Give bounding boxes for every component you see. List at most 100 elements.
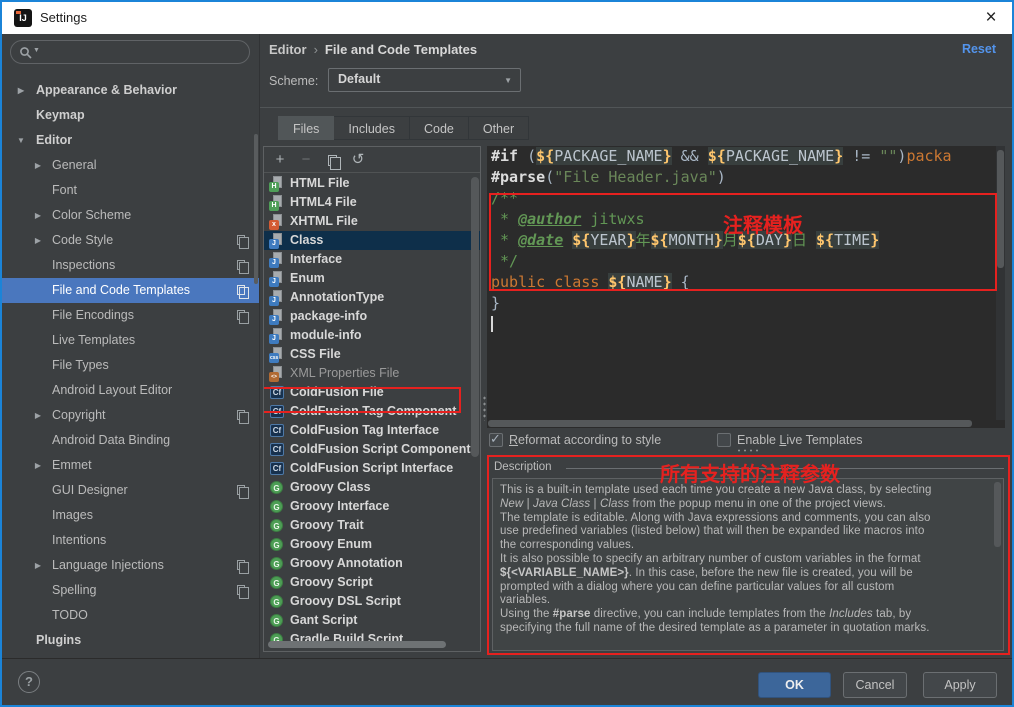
sidebar-item-keymap[interactable]: Keymap [2, 103, 259, 128]
sidebar-item-emmet[interactable]: ▶Emmet [2, 453, 259, 478]
cf-file-icon: Cf [269, 404, 285, 420]
template-item-html4-file[interactable]: HHTML4 File [264, 193, 480, 212]
groovy-glyph: G [270, 614, 283, 627]
sidebar-item-file-and-code-templates[interactable]: File and Code Templates [2, 278, 259, 303]
template-item-class[interactable]: JClass [264, 231, 480, 250]
template-list-vertical-scrollbar[interactable] [471, 177, 479, 457]
copy-template-button[interactable] [322, 150, 342, 170]
chevron-right-icon[interactable]: ▶ [33, 553, 43, 578]
editor-horizontal-scrollbar[interactable] [488, 420, 972, 427]
search-filter-arrow-icon[interactable]: ▼ [33, 47, 40, 54]
scheme-select[interactable]: Default ▼ [328, 68, 521, 92]
sidebar-item-font[interactable]: Font [2, 178, 259, 203]
sidebar-item-live-templates[interactable]: Live Templates [2, 328, 259, 353]
sidebar-item-code-style[interactable]: ▶Code Style [2, 228, 259, 253]
sidebar-item-label: Appearance & Behavior [2, 78, 259, 103]
add-template-button[interactable]: + [270, 150, 290, 170]
template-item-groovy-trait[interactable]: GGroovy Trait [264, 516, 480, 535]
template-list-horizontal-scrollbar[interactable] [268, 641, 446, 648]
template-item-groovy-enum[interactable]: GGroovy Enum [264, 535, 480, 554]
chevron-right-icon[interactable]: ▶ [33, 228, 43, 253]
editor-vertical-scrollbar[interactable] [996, 146, 1005, 420]
tab-other[interactable]: Other [469, 116, 529, 140]
live-templates-label[interactable]: Enable Live Templates [737, 432, 863, 449]
sidebar-item-intentions[interactable]: Intentions [2, 528, 259, 553]
description-scrollbar[interactable] [994, 482, 1001, 547]
window-title: Settings [40, 10, 87, 25]
file-badge-glyph: J [269, 296, 279, 306]
template-item-coldfusion-tag-component[interactable]: CfColdFusion Tag Component [264, 402, 480, 421]
sidebar-item-language-injections[interactable]: ▶Language Injections [2, 553, 259, 578]
sidebar-item-label: File and Code Templates [2, 278, 259, 303]
sidebar-item-general[interactable]: ▶General [2, 153, 259, 178]
sidebar-item-images[interactable]: Images [2, 503, 259, 528]
chevron-right-icon[interactable]: ▶ [33, 403, 43, 428]
search-input[interactable] [45, 42, 241, 62]
chevron-right-icon[interactable]: ▶ [33, 153, 43, 178]
close-icon[interactable]: × [978, 5, 1004, 31]
template-item-module-info[interactable]: Jmodule-info [264, 326, 480, 345]
search-box[interactable]: ▼ [10, 40, 250, 64]
tab-code[interactable]: Code [410, 116, 469, 140]
sidebar-item-plugins[interactable]: Plugins [2, 628, 259, 653]
template-item-xhtml-file[interactable]: xXHTML File [264, 212, 480, 231]
help-button[interactable]: ? [18, 671, 40, 693]
breadcrumb-editor[interactable]: Editor [269, 42, 307, 57]
template-item-coldfusion-tag-interface[interactable]: CfColdFusion Tag Interface [264, 421, 480, 440]
sidebar-item-gui-designer[interactable]: GUI Designer [2, 478, 259, 503]
intellij-logo-icon: IJ [14, 9, 32, 27]
chevron-right-icon[interactable]: ▶ [16, 78, 26, 103]
template-item-interface[interactable]: JInterface [264, 250, 480, 269]
template-item-annotationtype[interactable]: JAnnotationType [264, 288, 480, 307]
settings-content: Editor›File and Code Templates Reset Sch… [260, 34, 1012, 658]
horizontal-splitter-handle[interactable] [736, 448, 762, 453]
tab-files[interactable]: Files [278, 116, 334, 140]
template-item-package-info[interactable]: Jpackage-info [264, 307, 480, 326]
live-templates-checkbox[interactable] [717, 433, 731, 447]
sidebar-item-file-encodings[interactable]: File Encodings [2, 303, 259, 328]
template-item-groovy-class[interactable]: GGroovy Class [264, 478, 480, 497]
template-item-enum[interactable]: JEnum [264, 269, 480, 288]
template-item-groovy-script[interactable]: GGroovy Script [264, 573, 480, 592]
sidebar-item-file-types[interactable]: File Types [2, 353, 259, 378]
sidebar-item-todo[interactable]: TODO [2, 603, 259, 628]
tab-includes[interactable]: Includes [334, 116, 410, 140]
settings-window: IJ Settings × ▼ ▶Appearance & BehaviorKe… [0, 0, 1014, 707]
sidebar-item-color-scheme[interactable]: ▶Color Scheme [2, 203, 259, 228]
sidebar-item-spelling[interactable]: Spelling [2, 578, 259, 603]
template-item-html-file[interactable]: HHTML File [264, 174, 480, 193]
code-line: */ [487, 251, 1005, 272]
sidebar-scrollbar[interactable] [254, 134, 258, 284]
sidebar-item-appearance-behavior[interactable]: ▶Appearance & Behavior [2, 78, 259, 103]
ok-button[interactable]: OK [758, 672, 831, 698]
groovy-glyph: G [270, 519, 283, 532]
template-item-groovy-interface[interactable]: GGroovy Interface [264, 497, 480, 516]
revert-template-button[interactable]: ↺ [348, 150, 368, 170]
sidebar-item-inspections[interactable]: Inspections [2, 253, 259, 278]
template-item-groovy-annotation[interactable]: GGroovy Annotation [264, 554, 480, 573]
reset-link[interactable]: Reset [962, 42, 996, 56]
description-panel: This is a built-in template used each ti… [492, 478, 1004, 651]
reformat-label[interactable]: Reformat according to style [509, 432, 661, 449]
chevron-right-icon[interactable]: ▶ [33, 453, 43, 478]
remove-template-button[interactable]: − [296, 150, 316, 170]
template-item-coldfusion-script-component[interactable]: CfColdFusion Script Component [264, 440, 480, 459]
template-item-xml-properties-file[interactable]: <>XML Properties File [264, 364, 480, 383]
template-item-coldfusion-script-interface[interactable]: CfColdFusion Script Interface [264, 459, 480, 478]
template-item-coldfusion-file[interactable]: CfColdFusion File [264, 383, 480, 402]
apply-button[interactable]: Apply [923, 672, 997, 698]
chevron-down-icon[interactable]: ▼ [16, 128, 26, 153]
template-code-editor[interactable]: #if (${PACKAGE_NAME} && ${PACKAGE_NAME} … [487, 146, 1005, 428]
sidebar-item-android-layout-editor[interactable]: Android Layout Editor [2, 378, 259, 403]
cancel-button[interactable]: Cancel [843, 672, 907, 698]
template-item-groovy-dsl-script[interactable]: GGroovy DSL Script [264, 592, 480, 611]
chevron-right-icon[interactable]: ▶ [33, 203, 43, 228]
sidebar-item-editor[interactable]: ▼Editor [2, 128, 259, 153]
template-item-css-file[interactable]: cssCSS File [264, 345, 480, 364]
sidebar-item-copyright[interactable]: ▶Copyright [2, 403, 259, 428]
code-line [487, 314, 1005, 335]
reformat-option: ✓ Reformat according to style [489, 432, 661, 450]
reformat-checkbox[interactable]: ✓ [489, 433, 503, 447]
sidebar-item-android-data-binding[interactable]: Android Data Binding [2, 428, 259, 453]
template-item-gant-script[interactable]: GGant Script [264, 611, 480, 630]
